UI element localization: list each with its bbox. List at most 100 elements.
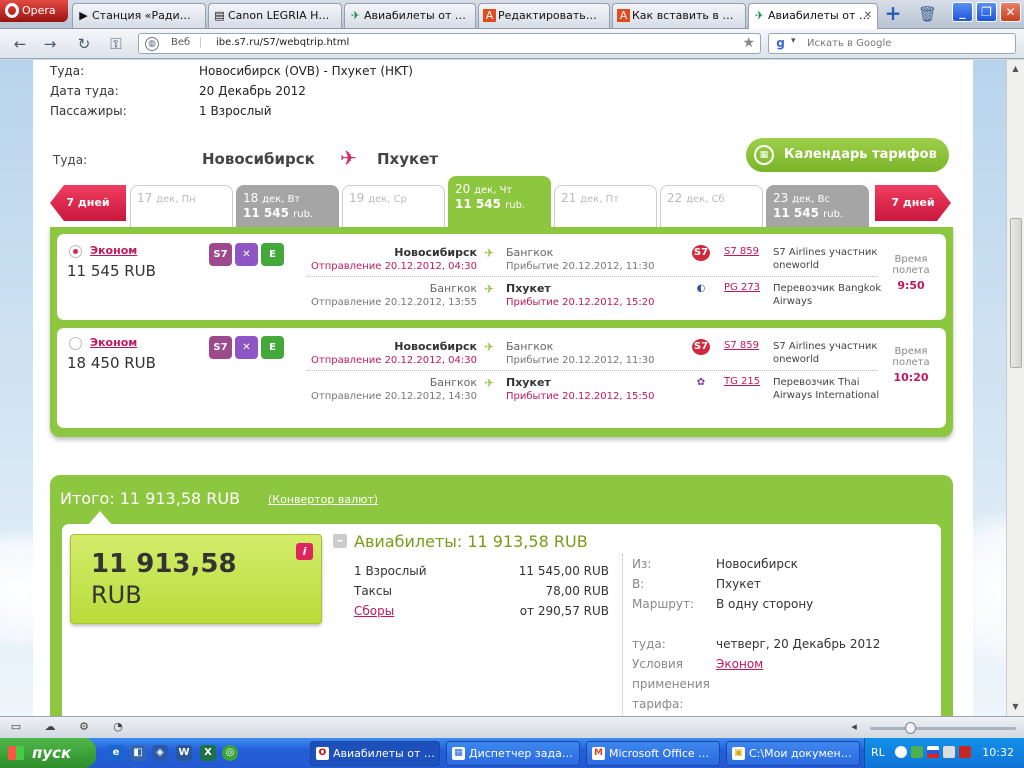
tray-flag-icon[interactable] <box>927 746 939 758</box>
panel-toggle-icon[interactable]: ▭ <box>8 720 24 734</box>
segment-arrival: Прибытие 20.12.2012, 15:20 <box>506 297 655 308</box>
collapse-icon[interactable]: – <box>333 534 347 548</box>
fare-class-link[interactable]: Эконом <box>90 336 137 349</box>
fare-calendar-button[interactable]: ▦ Календарь тарифов <box>746 138 949 172</box>
day-tab-19[interactable]: 19 дек, Ср <box>342 185 445 227</box>
s7-badge-icon: S7 <box>209 336 232 359</box>
fare-conditions-link[interactable]: Эконом <box>716 657 763 671</box>
flight-number-link[interactable]: S7 859 <box>724 340 759 351</box>
chevron-left-icon[interactable]: ◂ <box>846 720 862 734</box>
day-tab-20-selected[interactable]: 20 дек, Чт 11 545 rub. <box>448 176 551 227</box>
close-window-button[interactable]: ✕ <box>1000 2 1021 22</box>
task-my-documents[interactable]: ▣ С:\Мои докумен… <box>726 741 860 766</box>
carrier-name: S7 Airlines участник oneworld <box>773 341 878 365</box>
bookmark-star-icon[interactable]: ★ <box>742 35 755 51</box>
scroll-up-icon[interactable]: ▲ <box>1009 62 1022 76</box>
explorer-icon[interactable]: ◧ <box>130 745 146 761</box>
task-ms-office[interactable]: M Microsoft Office … <box>586 741 720 766</box>
key-icon[interactable]: ⚿ <box>106 35 126 53</box>
google-icon: g <box>776 36 785 50</box>
tray-network-icon[interactable] <box>911 746 923 758</box>
scroll-thumb[interactable] <box>1010 218 1022 368</box>
url-field[interactable]: ◍ Веб ibe.s7.ru/S7/webqtrip.html ★ <box>138 33 761 54</box>
media-icon[interactable]: ◎ <box>222 745 238 761</box>
tray-volume-icon[interactable] <box>943 746 955 758</box>
tab-canon[interactable]: ▤ Canon LEGRIA H… <box>208 3 342 28</box>
zoom-slider-handle[interactable] <box>905 722 916 734</box>
maximize-button[interactable]: ❐ <box>976 2 997 22</box>
trash-icon[interactable]: 🗑 <box>918 5 937 23</box>
tickets-title: Авиабилеты: 11 913,58 RUB <box>354 532 588 551</box>
flight-radio-1[interactable] <box>69 245 82 258</box>
task-opera[interactable]: O Авиабилеты от … <box>310 741 440 766</box>
day-tab-22[interactable]: 22 дек, Сб <box>660 185 763 227</box>
carrier-name: Перевозчик Thai Airways International <box>773 377 880 401</box>
prev-7-days-button[interactable]: 7 дней <box>50 185 126 221</box>
day-currency: rub. <box>293 209 314 220</box>
flight-number-link[interactable]: PG 273 <box>724 282 760 293</box>
day-tab-18[interactable]: 18 дек, Вт 11 545 rub. <box>236 185 339 227</box>
start-button[interactable]: пуск <box>0 738 96 768</box>
back-button[interactable]: ← <box>10 35 30 53</box>
day-date: 19 <box>349 191 365 205</box>
excel-icon[interactable]: X <box>200 745 216 761</box>
task-label: Диспетчер зада… <box>469 747 573 760</box>
flight-option-2[interactable]: Эконом 18 450 RUB S7 ✕ E Новосибирск Отп… <box>57 328 946 428</box>
segment-origin: Новосибирск <box>394 246 477 259</box>
tab-edit[interactable]: A Редактировать… <box>478 3 610 28</box>
search-placeholder: Искать в Google <box>807 38 892 49</box>
tab-aviabilety-active[interactable]: ✈ Авиабилеты от … ✕ <box>748 3 878 29</box>
next-7-days-button[interactable]: 7 дней <box>875 185 951 221</box>
booking-page: Туда: Новосибирск (OVB) - Пхукет (HKT) Д… <box>33 60 973 716</box>
minimize-button[interactable]: _ <box>952 2 973 22</box>
fees-link[interactable]: Сборы <box>354 604 394 618</box>
tab-howto[interactable]: A Как вставить в … <box>612 3 746 28</box>
tab-radio[interactable]: ▶ Станция «Ради… <box>72 3 206 28</box>
summary-date-label: Дата туда: <box>50 84 119 98</box>
day-date: 20 <box>455 182 471 196</box>
plane-icon: ✈ <box>484 246 495 260</box>
flight-radio-2[interactable] <box>69 337 82 350</box>
segment-departure: Отправление 20.12.2012, 13:55 <box>311 297 477 308</box>
task-task-manager[interactable]: ▦ Диспетчер зада… <box>446 741 580 766</box>
search-input[interactable]: g ▾ Искать в Google <box>768 33 1016 54</box>
turbo-icon[interactable]: ⚙ <box>76 720 92 734</box>
zoom-slider-track[interactable] <box>870 727 1016 730</box>
currency-converter-link[interactable]: (Конвертор валют) <box>268 493 378 506</box>
economy-badge-icon: E <box>261 336 284 359</box>
opera-menu-button[interactable]: Opera <box>0 0 68 22</box>
day-tab-21[interactable]: 21 дек, Пт <box>554 185 657 227</box>
day-tab-23[interactable]: 23 дек, Вс 11 545 rub. <box>766 185 869 227</box>
scroll-down-icon[interactable]: ▼ <box>1009 700 1022 714</box>
word-icon[interactable]: W <box>176 745 192 761</box>
day-date: 17 <box>137 191 153 205</box>
info-icon[interactable]: i <box>296 543 313 560</box>
flight-number-link[interactable]: TG 215 <box>724 376 760 387</box>
url-mode-label: Веб <box>171 37 202 48</box>
close-tab-icon[interactable]: ✕ <box>864 4 872 27</box>
speed-icon[interactable]: ◔ <box>110 720 126 734</box>
flight-segment: Новосибирск Отправление 20.12.2012, 04:3… <box>307 337 877 371</box>
outlook-icon[interactable]: ◈ <box>152 745 168 761</box>
reload-button[interactable]: ↻ <box>74 35 94 53</box>
chevron-down-icon[interactable]: ▾ <box>791 36 796 46</box>
tab-aviabilety-1[interactable]: ✈ Авиабилеты от … <box>344 3 476 28</box>
new-tab-button[interactable]: + <box>882 3 904 24</box>
language-indicator[interactable]: RL <box>871 746 885 759</box>
flight-option-1[interactable]: Эконом 11 545 RUB S7 ✕ E Новосибирск Отп… <box>57 234 946 320</box>
unite-icon[interactable]: ☁ <box>42 720 58 734</box>
play-icon: ▶ <box>79 9 88 22</box>
forward-button[interactable]: → <box>40 35 60 53</box>
day-tab-17[interactable]: 17 дек, Пн <box>130 185 233 227</box>
tray-antivirus-icon[interactable] <box>959 746 971 758</box>
duration-label: Время полета <box>892 346 930 368</box>
carrier-name: S7 Airlines участник oneworld <box>773 247 878 271</box>
flight-number-link[interactable]: S7 859 <box>724 246 759 257</box>
tray-help-icon[interactable] <box>895 746 907 758</box>
opera-logo-icon <box>5 3 19 18</box>
plane-icon: ✈ <box>484 340 495 354</box>
ie-icon[interactable]: e <box>108 745 124 761</box>
windows-logo-icon <box>8 746 24 760</box>
fare-class-link[interactable]: Эконом <box>90 244 137 257</box>
vertical-scrollbar[interactable]: ▲ ▼ <box>1006 60 1024 716</box>
